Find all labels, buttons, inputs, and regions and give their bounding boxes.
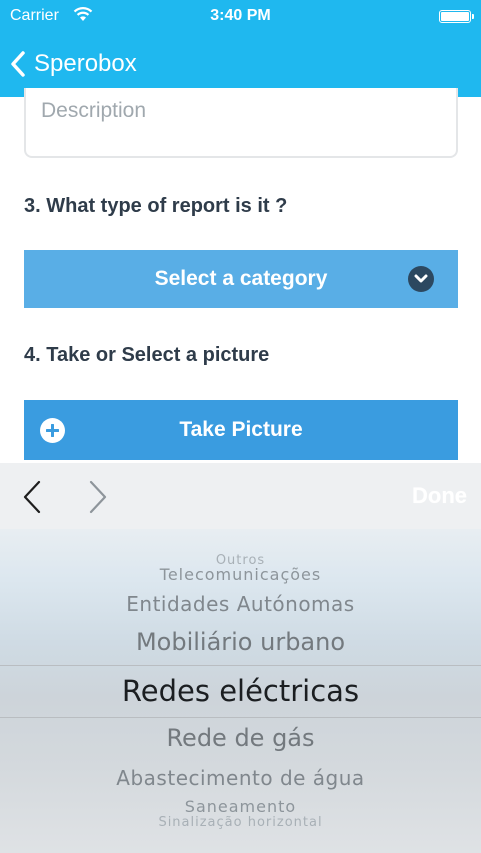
- picker-selection-divider: [0, 665, 481, 666]
- picker-option[interactable]: Abastecimento de água: [0, 766, 481, 790]
- picker-option[interactable]: Entidades Autónomas: [0, 592, 481, 616]
- keyboard-toolbar: Done: [0, 463, 481, 529]
- description-input[interactable]: [39, 98, 443, 124]
- picker-option[interactable]: Mobiliário urbano: [0, 628, 481, 656]
- select-category-button[interactable]: Select a category: [24, 250, 458, 308]
- next-field-button[interactable]: [86, 479, 116, 515]
- status-time: 3:40 PM: [210, 7, 271, 24]
- chevron-left-icon: [11, 51, 25, 77]
- picker-option[interactable]: Rede de gás: [0, 724, 481, 752]
- picker-option[interactable]: Saneamento: [0, 797, 481, 816]
- battery-icon: [439, 10, 474, 23]
- done-button[interactable]: Done: [412, 483, 467, 509]
- chevron-left-icon: [23, 480, 41, 514]
- select-category-label: Select a category: [154, 267, 328, 290]
- take-picture-button[interactable]: Take Picture: [24, 400, 458, 460]
- picker-selection-divider: [0, 717, 481, 718]
- status-bar: Carrier 3:40 PM: [0, 0, 481, 34]
- back-button[interactable]: Sperobox: [10, 46, 137, 82]
- take-picture-label: Take Picture: [179, 418, 303, 441]
- question-picture: 4. Take or Select a picture: [24, 344, 270, 366]
- plus-circle-icon: [40, 418, 65, 443]
- picker-option[interactable]: Telecomunicações: [0, 565, 481, 584]
- chevron-right-icon: [89, 480, 107, 514]
- question-report-type: 3. What type of report is it ?: [24, 195, 288, 217]
- chevron-down-circle-icon: [408, 266, 434, 292]
- description-field[interactable]: [24, 88, 458, 158]
- previous-field-button[interactable]: [20, 479, 50, 515]
- picker-option[interactable]: Sinalização horizontal: [0, 815, 481, 830]
- category-picker[interactable]: Outros Telecomunicações Entidades Autóno…: [0, 529, 481, 853]
- navigation-bar: Carrier 3:40 PM Sperobox: [0, 0, 481, 97]
- back-button-label: Sperobox: [34, 50, 137, 77]
- picker-option-selected[interactable]: Redes eléctricas: [0, 674, 481, 708]
